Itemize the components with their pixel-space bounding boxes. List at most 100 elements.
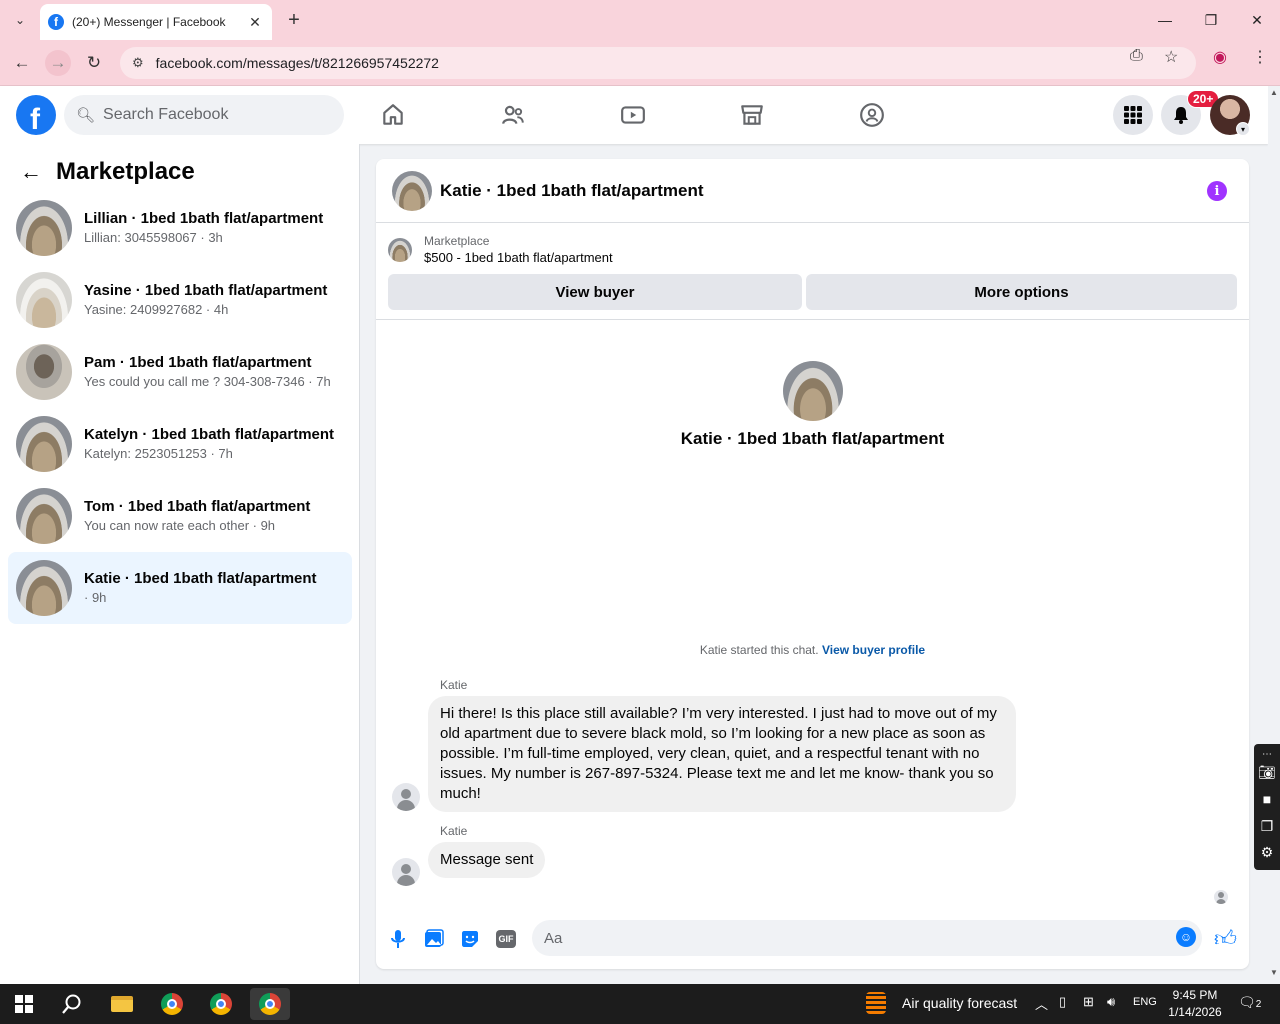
more-options-button[interactable]: More options: [806, 274, 1237, 310]
conversation-sidebar: ← Marketplace Lillian · 1bed 1bath flat/…: [0, 144, 360, 984]
conversation-name: Lillian · 1bed 1bath flat/apartment: [84, 210, 324, 227]
message-input[interactable]: Aa: [532, 920, 1202, 956]
chrome-profile-a-icon[interactable]: [201, 988, 241, 1020]
minimize-button[interactable]: —: [1142, 0, 1188, 40]
conversation-preview: · 9h: [84, 590, 107, 605]
back-arrow-icon[interactable]: ←: [20, 159, 42, 185]
account-chevron-down-icon[interactable]: ▾: [1236, 122, 1250, 136]
microphone-icon[interactable]: [386, 927, 410, 951]
conversation-name: Pam · 1bed 1bath flat/apartment: [84, 354, 312, 371]
marketplace-icon[interactable]: [737, 100, 767, 130]
sender-avatar[interactable]: [392, 783, 420, 811]
conversation-item[interactable]: Katelyn · 1bed 1bath flat/apartment Kate…: [8, 408, 352, 480]
message-bubble[interactable]: Message sent: [428, 842, 546, 878]
close-window-button[interactable]: ✕: [1234, 0, 1280, 40]
tab-title: (20+) Messenger | Facebook: [72, 15, 226, 29]
profile-icon[interactable]: ◉: [1213, 47, 1227, 67]
volume-icon[interactable]: 🔊︎: [1107, 994, 1115, 1010]
chrome-icon[interactable]: [152, 988, 192, 1020]
divider: [376, 319, 1249, 320]
tray-chevron-up-icon[interactable]: ︿: [1035, 994, 1048, 1013]
windows-logo-icon: [15, 995, 33, 1013]
conversation-item[interactable]: Pam · 1bed 1bath flat/apartment Yes coul…: [8, 336, 352, 408]
menu-grid-icon[interactable]: [1113, 95, 1153, 135]
video-record-icon[interactable]: ■: [1257, 789, 1277, 809]
chat-title[interactable]: Katie · 1bed 1bath flat/apartment: [440, 181, 704, 201]
site-info-icon[interactable]: ⚙: [132, 55, 144, 71]
windows-icon[interactable]: ❐: [1257, 816, 1277, 836]
file-explorer-icon[interactable]: [102, 988, 142, 1020]
chrome-profile-active-icon[interactable]: [250, 988, 290, 1020]
more-tools-icon[interactable]: ⋯: [1257, 744, 1277, 764]
notification-center-icon[interactable]: 🗨︎2: [1238, 994, 1261, 1011]
facebook-header: f 🔍︎ Search Facebook: [0, 86, 1268, 144]
view-buyer-profile-link[interactable]: View buyer profile: [822, 643, 925, 657]
install-app-icon[interactable]: ⎙: [1130, 47, 1143, 65]
address-bar-row: ← → ↻ ⚙ facebook.com/messages/t/82126695…: [0, 40, 1280, 86]
chat-started-notice: Katie started this chat. View buyer prof…: [376, 643, 1249, 657]
screen-tool-strip: ⋯ 📷︎ ■ ❐ ⚙: [1254, 744, 1280, 870]
chat-header: Katie · 1bed 1bath flat/apartment: [376, 159, 1249, 223]
listing-thumbnail: [16, 344, 72, 400]
tab-close-icon[interactable]: ✕: [246, 14, 264, 31]
sender-avatar[interactable]: [392, 858, 420, 886]
start-button[interactable]: [4, 988, 44, 1020]
message-sender: Katie: [440, 678, 468, 692]
notification-count: 2: [1255, 999, 1262, 1010]
conversation-item-active[interactable]: Katie · 1bed 1bath flat/apartment · 9h: [8, 552, 352, 624]
windows-taskbar: Air quality forecast ︿ ▯ ⊞ 🔊︎ ENG 9:45 P…: [0, 984, 1280, 1024]
url-text: facebook.com/messages/t/821266957452272: [155, 55, 439, 71]
scroll-down-icon[interactable]: ▼: [1268, 968, 1280, 977]
air-quality-widget[interactable]: Air quality forecast: [866, 992, 1017, 1014]
reload-button[interactable]: ↻: [81, 50, 107, 76]
info-icon[interactable]: i: [1207, 181, 1227, 201]
bookmark-star-icon[interactable]: ☆: [1164, 47, 1178, 67]
browser-menu-icon[interactable]: ⋮: [1252, 47, 1268, 67]
tab-search-dropdown[interactable]: ⌄: [8, 8, 32, 32]
clock-time: 9:45 PM: [1172, 988, 1218, 1002]
camera-icon[interactable]: 📷︎: [1257, 762, 1277, 782]
listing-thumbnail: [16, 560, 72, 616]
facebook-logo[interactable]: f: [16, 95, 56, 135]
conversation-item[interactable]: Yasine · 1bed 1bath flat/apartment Yasin…: [8, 264, 352, 336]
emoji-icon[interactable]: ☺: [1176, 927, 1196, 947]
language-indicator[interactable]: ENG: [1133, 996, 1157, 1008]
gif-icon[interactable]: GIF: [494, 927, 518, 951]
clock[interactable]: 9:45 PM 1/14/2026: [1160, 987, 1230, 1021]
home-icon[interactable]: [378, 100, 408, 130]
friends-icon[interactable]: [498, 100, 528, 130]
started-text: Katie started this chat.: [699, 643, 819, 657]
view-buyer-button[interactable]: View buyer: [388, 274, 802, 310]
chat-avatar[interactable]: [392, 170, 432, 211]
conversation-preview: You can now rate each other · 9h: [84, 518, 276, 533]
battery-saver-icon[interactable]: ▯: [1059, 994, 1066, 1010]
back-button[interactable]: ←: [9, 50, 35, 76]
omnibox[interactable]: ⚙ facebook.com/messages/t/82126695745227…: [120, 47, 1196, 79]
network-icon[interactable]: ⊞: [1083, 994, 1094, 1010]
restore-button[interactable]: ❐: [1188, 0, 1234, 40]
forward-button[interactable]: →: [45, 50, 71, 76]
conversation-item[interactable]: Tom · 1bed 1bath flat/apartment You can …: [8, 480, 352, 552]
like-thumb-icon[interactable]: 👍︎: [1214, 925, 1237, 952]
browser-tab[interactable]: f (20+) Messenger | Facebook ✕: [40, 4, 272, 40]
settings-gear-icon[interactable]: ⚙: [1257, 842, 1277, 862]
search-input[interactable]: 🔍︎ Search Facebook: [64, 95, 344, 135]
listing-title[interactable]: $500 - 1bed 1bath flat/apartment: [424, 249, 613, 267]
photo-icon[interactable]: [422, 927, 446, 951]
taskbar-search-icon[interactable]: [52, 988, 92, 1020]
listing-thumbnail: [16, 200, 72, 256]
new-tab-button[interactable]: +: [282, 8, 306, 32]
listing-thumbnail: [16, 488, 72, 544]
video-icon[interactable]: [618, 100, 648, 130]
sidebar-title: Marketplace: [56, 158, 195, 185]
sidebar-header: ← Marketplace: [20, 158, 195, 186]
groups-icon[interactable]: [857, 100, 887, 130]
sticker-icon[interactable]: [458, 927, 482, 951]
message-composer: GIF Aa ☺ 👍︎: [376, 917, 1249, 961]
message-bubble[interactable]: Hi there! Is this place still available?…: [428, 696, 1016, 812]
listing-thumbnail: [16, 416, 72, 472]
conversation-preview: Lillian: 3045598067 · 3h: [84, 230, 223, 245]
conversation-item[interactable]: Lillian · 1bed 1bath flat/apartment Lill…: [8, 192, 352, 264]
scroll-up-icon[interactable]: ▲: [1268, 88, 1280, 97]
air-quality-icon: [866, 992, 886, 1014]
